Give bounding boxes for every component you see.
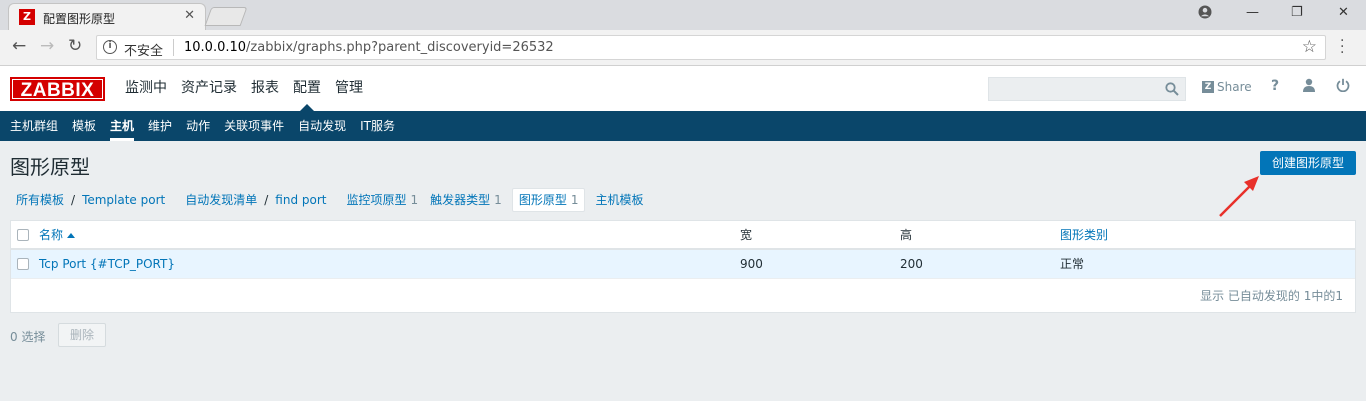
profile-icon[interactable] <box>1198 5 1212 23</box>
sign-out-icon[interactable] <box>1336 78 1350 96</box>
browser-menu-icon[interactable]: · · · <box>1340 34 1344 60</box>
main-menu-configuration[interactable]: 配置 <box>286 66 328 111</box>
table-row: Tcp Port {#TCP_PORT} 900 200 正常 <box>11 250 1355 279</box>
breadcrumb-discovery-rule[interactable]: find port <box>269 189 332 211</box>
sub-menu-it-services[interactable]: IT服务 <box>353 111 402 141</box>
tab-title: 配置图形原型 <box>43 12 116 26</box>
sub-menu-templates[interactable]: 模板 <box>65 111 103 141</box>
share-label: Share <box>1217 80 1252 94</box>
sub-menu-host-groups[interactable]: 主机群组 <box>3 111 65 141</box>
tab-close-icon[interactable]: ✕ <box>184 8 195 23</box>
sub-menu-correlation[interactable]: 关联项事件 <box>217 111 291 141</box>
row-height: 200 <box>900 257 923 271</box>
zabbix-header: ZABBIX 监测中 资产记录 报表 配置 管理 Z Share ? <box>0 66 1366 111</box>
tab-item-prototypes-label: 监控项原型 <box>346 193 407 207</box>
url-text[interactable]: 10.0.0.10/zabbix/graphs.php?parent_disco… <box>184 40 554 55</box>
tab-graph-prototypes-label: 图形原型 <box>518 193 567 207</box>
row-graph-type: 正常 <box>1060 257 1085 271</box>
main-menu-inventory[interactable]: 资产记录 <box>174 66 244 111</box>
address-divider <box>173 39 174 56</box>
share-link[interactable]: Z Share <box>1202 80 1252 94</box>
main-menu-administration[interactable]: 管理 <box>328 66 370 111</box>
address-bar[interactable]: i 不安全 10.0.0.10/zabbix/graphs.php?parent… <box>96 35 1326 60</box>
reload-icon[interactable]: ↻ <box>68 36 82 56</box>
breadcrumb-all-templates[interactable]: 所有模板 <box>10 189 70 211</box>
column-header-graph-type[interactable]: 图形类别 <box>1060 221 1108 249</box>
breadcrumb-template[interactable]: Template port <box>76 189 171 211</box>
column-header-height: 高 <box>900 228 913 242</box>
breadcrumb: 所有模板 / Template port 自动发现清单 / find port … <box>10 187 649 213</box>
user-profile-icon[interactable] <box>1302 78 1316 96</box>
graph-prototypes-table: 名称 宽 高 图形类别 Tcp Port {#TCP_PORT} 900 200… <box>10 220 1356 313</box>
url-host: 10.0.0.10 <box>184 40 247 55</box>
delete-button[interactable]: 删除 <box>58 323 106 347</box>
search-input[interactable] <box>988 77 1186 101</box>
zabbix-logo[interactable]: ZABBIX <box>10 77 105 101</box>
bookmark-star-icon[interactable]: ☆ <box>1302 37 1317 57</box>
tab-trigger-prototypes-count: 1 <box>494 193 502 207</box>
tab-item-prototypes[interactable]: 监控项原型 1 <box>341 189 425 211</box>
sub-menu-actions[interactable]: 动作 <box>179 111 217 141</box>
sub-menu: 主机群组 模板 主机 维护 动作 关联项事件 自动发现 IT服务 <box>0 111 1366 141</box>
table-footer-info: 显示 已自动发现的 1中的1 <box>1200 289 1343 303</box>
back-icon[interactable]: ← <box>12 36 26 56</box>
sub-menu-maintenance[interactable]: 维护 <box>141 111 179 141</box>
help-icon[interactable]: ? <box>1271 78 1279 94</box>
zabbix-favicon-icon: Z <box>19 9 35 25</box>
sort-ascending-icon <box>67 233 76 238</box>
column-header-name[interactable]: 名称 <box>39 221 76 249</box>
search-icon[interactable] <box>1165 82 1179 96</box>
select-all-checkbox[interactable] <box>17 229 29 241</box>
browser-tabstrip: Z 配置图形原型 ✕ — ❐ ✕ <box>0 0 1366 30</box>
tab-trigger-prototypes[interactable]: 触发器类型 1 <box>424 189 508 211</box>
browser-tab[interactable]: Z 配置图形原型 ✕ <box>8 3 206 30</box>
selected-count: 0 选择 <box>10 330 46 344</box>
main-menu: 监测中 资产记录 报表 配置 管理 <box>118 66 370 111</box>
column-header-name-label: 名称 <box>39 228 64 242</box>
sub-menu-discovery[interactable]: 自动发现 <box>291 111 353 141</box>
tab-trigger-prototypes-label: 触发器类型 <box>430 193 491 207</box>
main-menu-monitoring[interactable]: 监测中 <box>118 66 174 111</box>
window-close-icon[interactable]: ✕ <box>1338 5 1349 20</box>
new-tab-button[interactable] <box>204 7 248 26</box>
column-header-width: 宽 <box>740 228 753 242</box>
browser-toolbar: ← → ↻ i 不安全 10.0.0.10/zabbix/graphs.php?… <box>0 30 1366 66</box>
page-title: 图形原型 <box>10 155 90 179</box>
security-label: 不安全 <box>124 44 164 59</box>
tab-host-templates[interactable]: 主机模板 <box>589 189 649 211</box>
restore-icon[interactable]: ❐ <box>1291 5 1303 20</box>
sub-menu-hosts[interactable]: 主机 <box>103 111 141 141</box>
tab-graph-prototypes[interactable]: 图形原型 1 <box>511 188 586 212</box>
info-icon[interactable]: i <box>103 40 117 54</box>
annotation-arrow-icon <box>1219 176 1259 217</box>
row-width: 900 <box>740 257 763 271</box>
share-z-icon: Z <box>1202 81 1214 93</box>
tab-item-prototypes-count: 1 <box>410 193 419 207</box>
main-menu-reports[interactable]: 报表 <box>244 66 286 111</box>
tab-graph-prototypes-count: 1 <box>570 193 579 207</box>
minimize-icon[interactable]: — <box>1246 5 1259 20</box>
row-name-link[interactable]: Tcp Port {#TCP_PORT} <box>39 250 175 278</box>
row-checkbox[interactable] <box>17 258 29 270</box>
table-header: 名称 宽 高 图形类别 <box>11 221 1355 250</box>
forward-icon[interactable]: → <box>40 36 54 56</box>
breadcrumb-discovery-list[interactable]: 自动发现清单 <box>179 189 263 211</box>
url-path: /zabbix/graphs.php?parent_discoveryid=26… <box>246 40 554 55</box>
create-graph-prototype-button[interactable]: 创建图形原型 <box>1260 151 1356 175</box>
